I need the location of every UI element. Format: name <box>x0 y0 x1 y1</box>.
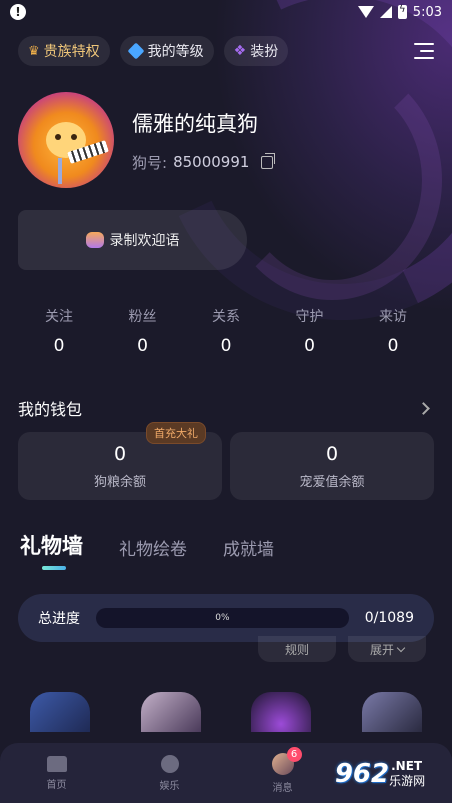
crown-icon: ♛ <box>28 43 40 59</box>
home-icon <box>46 755 67 772</box>
total-progress-card: 总进度 0% 0/1089 <box>18 594 434 642</box>
nav-label: 消息 <box>272 782 293 794</box>
gem-icon <box>127 42 145 60</box>
wallet-cards: 首充大礼 0 狗粮余额 0 宠爱值余额 <box>0 420 452 500</box>
nav-label: 娱乐 <box>159 780 180 792</box>
gift-tabs: 礼物墙 礼物绘卷 成就墙 <box>0 500 452 570</box>
stat-label: 来访 <box>379 309 407 325</box>
status-time: 5:03 <box>412 4 442 20</box>
stat-visitors[interactable]: 来访 0 <box>352 306 434 356</box>
nav-entertainment[interactable]: 娱乐 <box>113 743 226 803</box>
expand-button[interactable]: 展开 <box>348 636 426 662</box>
uid-label: 狗号: <box>132 153 168 172</box>
wallet-title: 我的钱包 <box>18 400 83 419</box>
stat-value: 0 <box>53 336 65 356</box>
dog-food-balance-card[interactable]: 首充大礼 0 狗粮余额 <box>18 422 222 500</box>
stat-label: 关系 <box>212 309 240 325</box>
noble-privilege-button[interactable]: ♛ 贵族特权 <box>18 36 110 66</box>
stat-label: 关注 <box>45 309 73 325</box>
dress-up-label: 装扮 <box>250 44 279 60</box>
gift-preview-item[interactable] <box>30 692 90 732</box>
watermark-logo: 962 .NET 乐游网 <box>314 749 446 799</box>
wallet-header[interactable]: 我的钱包 <box>0 356 452 420</box>
uid-value: 85000991 <box>173 153 250 171</box>
gift-preview-item[interactable] <box>251 692 312 732</box>
stat-value: 0 <box>387 336 399 356</box>
uid-row: 狗号: 85000991 <box>132 152 276 173</box>
rules-label: 规则 <box>284 642 309 657</box>
my-level-button[interactable]: 我的等级 <box>119 36 214 66</box>
chevron-down-icon <box>396 643 406 652</box>
watermark-net: .NET <box>391 758 423 773</box>
tab-achievement-wall[interactable]: 成就墙 <box>223 535 274 570</box>
sub-actions: 规则 展开 <box>0 636 452 662</box>
stats-row: 关注 0 粉丝 0 关系 0 守护 0 来访 0 <box>0 270 452 356</box>
progress-count: 0/1089 <box>364 610 414 626</box>
watermark-number: 962 <box>334 759 390 789</box>
wallet-label: 宠爱值余额 <box>299 474 365 490</box>
profile-header: 儒雅的纯真狗 狗号: 85000991 <box>0 66 452 188</box>
dress-up-button[interactable]: ❖ 装扮 <box>223 36 289 66</box>
gift-preview-item[interactable] <box>140 692 201 732</box>
play-icon <box>160 754 179 773</box>
wifi-icon <box>357 6 374 18</box>
expand-label: 展开 <box>369 642 394 657</box>
nickname: 儒雅的纯真狗 <box>132 111 258 136</box>
progress-label: 总进度 <box>38 611 80 627</box>
watermark-cn: 乐游网 <box>389 773 426 788</box>
nav-home[interactable]: 首页 <box>0 743 113 803</box>
chevron-right-icon[interactable] <box>417 401 430 415</box>
tab-gift-wall[interactable]: 礼物墙 <box>20 530 83 570</box>
unread-badge: 6 <box>286 747 302 762</box>
nav-label: 首页 <box>46 779 67 791</box>
progress-percent: 0% <box>215 613 230 623</box>
wallet-label: 狗粮余额 <box>93 474 146 490</box>
copy-icon[interactable] <box>261 152 276 169</box>
my-level-label: 我的等级 <box>147 44 204 60</box>
record-icon <box>85 232 104 248</box>
gift-preview-row <box>0 662 452 732</box>
noble-privilege-label: 贵族特权 <box>43 44 100 60</box>
signal-icon <box>379 6 392 18</box>
menu-icon[interactable] <box>414 43 434 59</box>
stat-label: 粉丝 <box>128 309 157 325</box>
status-bar: ! 5:03 <box>0 0 452 24</box>
bow-icon: ❖ <box>233 43 247 59</box>
stat-value: 0 <box>220 336 232 356</box>
gift-preview-item[interactable] <box>361 692 422 732</box>
stat-guardians[interactable]: 守护 0 <box>269 306 351 356</box>
rules-button[interactable]: 规则 <box>258 636 336 662</box>
record-greeting-label: 录制欢迎语 <box>109 233 180 249</box>
record-greeting-button[interactable]: 录制欢迎语 <box>18 210 247 270</box>
wallet-value: 0 <box>113 442 127 465</box>
battery-icon <box>397 4 407 19</box>
stat-value: 0 <box>137 336 148 356</box>
top-bar: ♛ 贵族特权 我的等级 ❖ 装扮 <box>0 24 452 66</box>
favor-balance-card[interactable]: 0 宠爱值余额 <box>230 432 434 500</box>
stat-value: 0 <box>304 336 315 356</box>
stat-following[interactable]: 关注 0 <box>18 306 100 356</box>
first-recharge-badge[interactable]: 首充大礼 <box>146 422 206 444</box>
progress-bar: 0% <box>96 608 349 628</box>
stat-relations[interactable]: 关系 0 <box>185 306 267 356</box>
alert-icon: ! <box>10 4 26 20</box>
tab-gift-scroll[interactable]: 礼物绘卷 <box>119 535 187 570</box>
stat-label: 守护 <box>295 309 324 325</box>
stat-fans[interactable]: 粉丝 0 <box>102 306 184 356</box>
avatar[interactable] <box>18 92 114 188</box>
wallet-value: 0 <box>325 442 339 465</box>
